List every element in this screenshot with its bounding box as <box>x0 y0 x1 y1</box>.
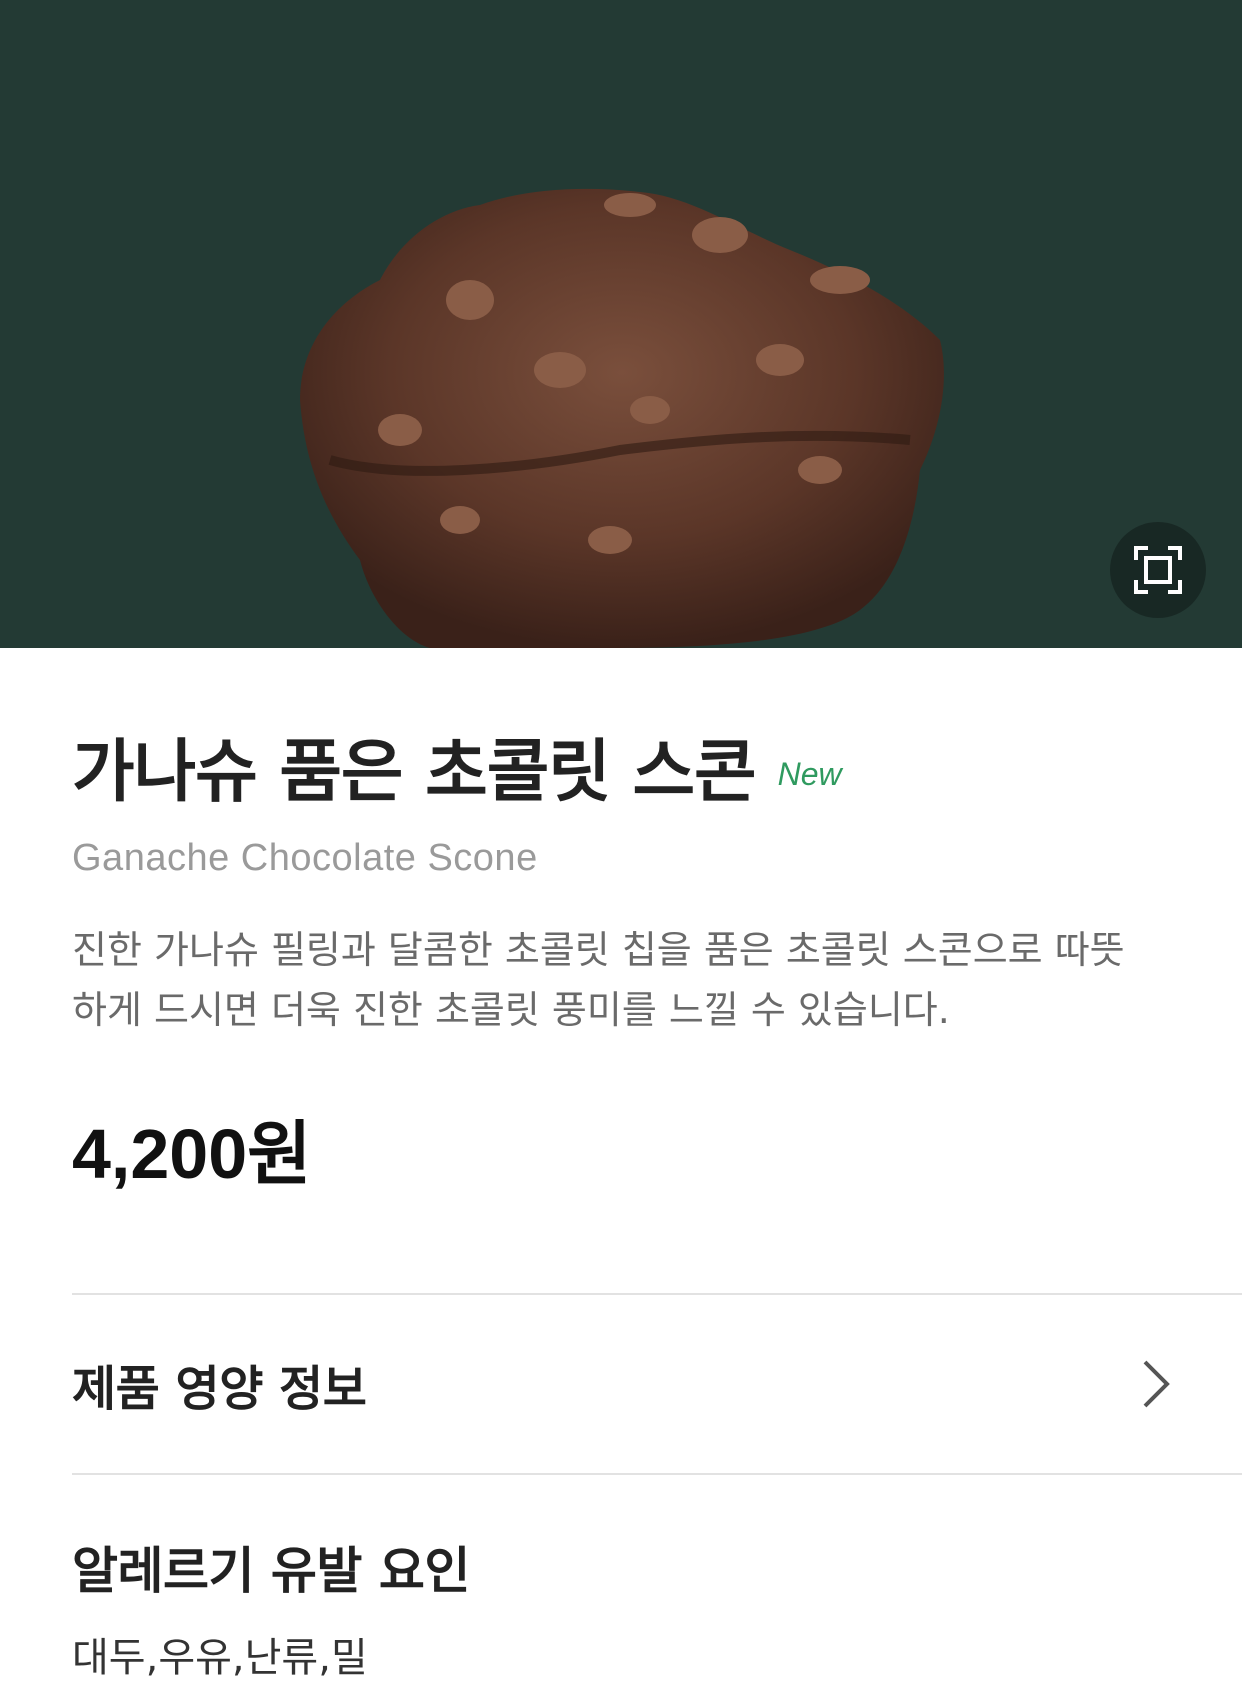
product-hero <box>0 0 1242 648</box>
title-row: 가나슈 품은 초콜릿 스콘 New <box>72 716 1242 815</box>
allergy-section: 알레르기 유발 요인 대두,우유,난류,밀 <box>0 1475 1242 1683</box>
fullscreen-icon <box>1134 546 1182 594</box>
product-price: 4,200원 <box>72 1115 312 1193</box>
nutrition-info-label: 제품 영양 정보 <box>72 1361 367 1417</box>
nutrition-info-row[interactable]: 제품 영양 정보 <box>0 1295 1242 1473</box>
product-description: 진한 가나슈 필링과 달콤한 초콜릿 칩을 품은 초콜릿 스콘으로 따뜻하게 드… <box>72 928 1125 1032</box>
fullscreen-button[interactable] <box>1110 522 1206 618</box>
product-name-english: Ganache Chocolate Scone <box>72 837 538 879</box>
product-info: 가나슈 품은 초콜릿 스콘 New Ganache Chocolate Scon… <box>0 716 1242 1199</box>
allergy-list: 대두,우유,난류,밀 <box>72 1635 368 1681</box>
product-name: 가나슈 품은 초콜릿 스콘 <box>72 733 757 812</box>
chevron-right-icon <box>1136 1356 1176 1412</box>
allergy-title: 알레르기 유발 요인 <box>72 1542 470 1600</box>
new-badge: New <box>777 756 842 792</box>
product-image <box>300 188 944 648</box>
